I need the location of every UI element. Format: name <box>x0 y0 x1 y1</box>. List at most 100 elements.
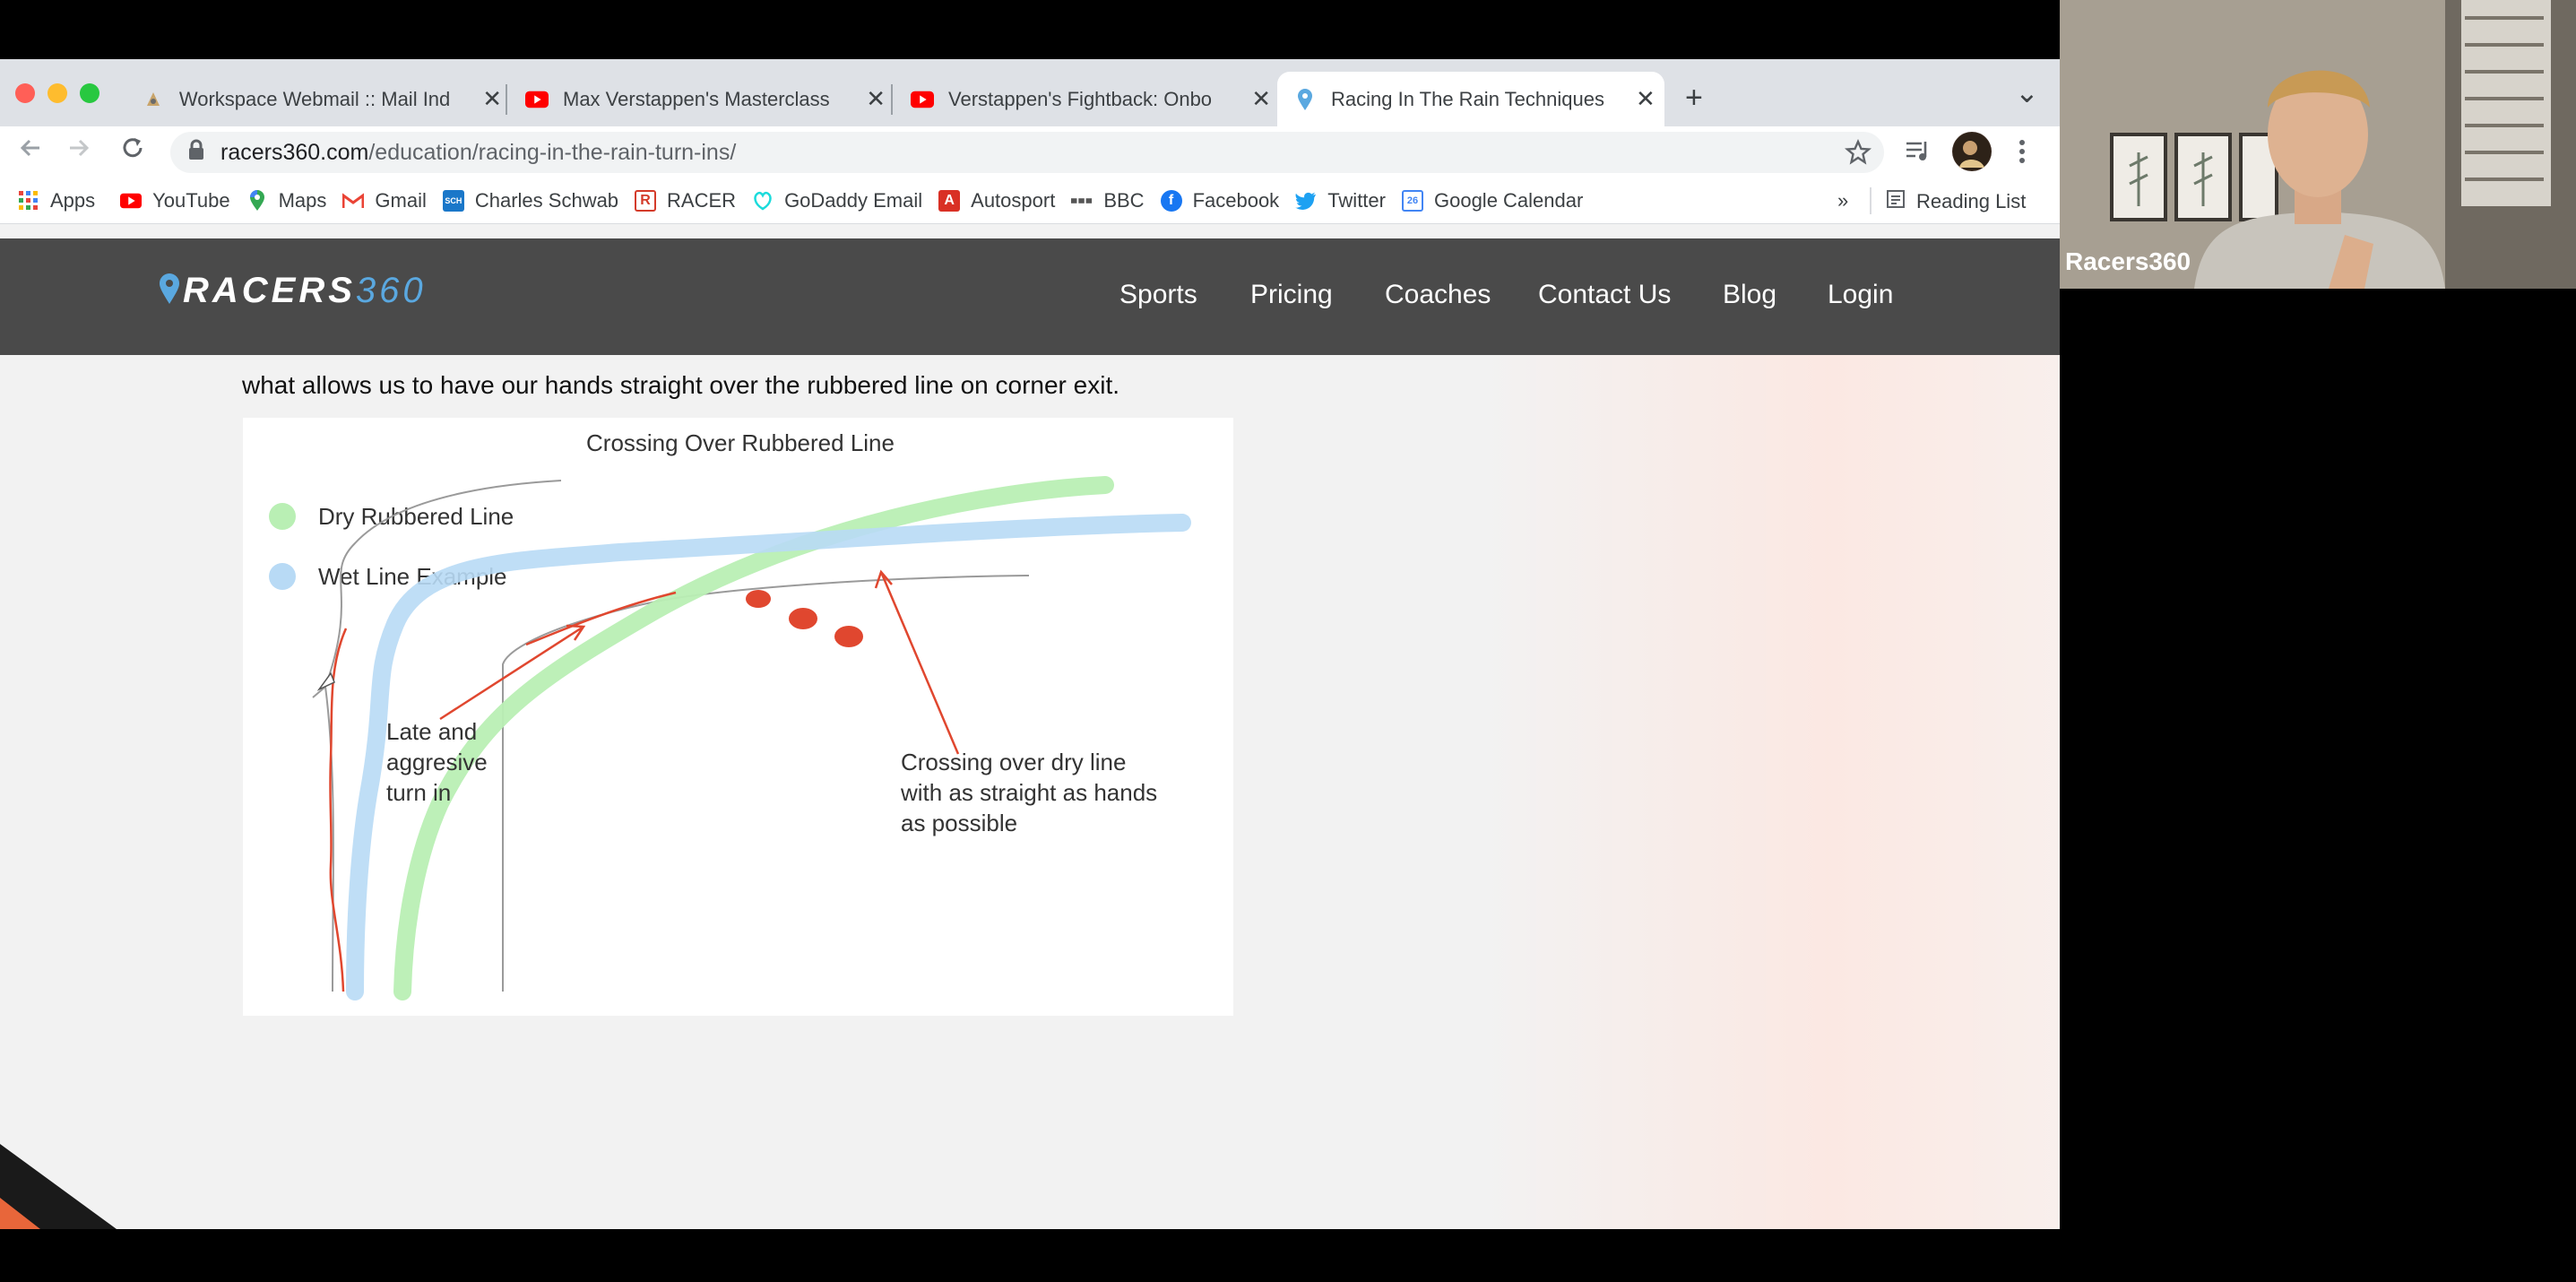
racers360-logo[interactable]: RACERS 360 <box>158 271 427 311</box>
forward-icon[interactable] <box>65 134 93 167</box>
bookmark-star-icon[interactable] <box>1844 139 1872 172</box>
logo-text: RACERS <box>183 271 356 310</box>
diagram-title: Crossing Over Rubbered Line <box>586 429 895 456</box>
bookmark-bbc[interactable]: BBC <box>1071 189 1145 212</box>
maximize-window-button[interactable] <box>80 83 99 103</box>
tab-title: Workspace Webmail :: Mail Ind <box>178 87 451 110</box>
bookmark-gmail[interactable]: Gmail <box>342 189 427 212</box>
browser-menu-icon[interactable] <box>2017 137 2027 170</box>
webcam-video <box>2060 0 2576 289</box>
facebook-icon: f <box>1160 190 1182 212</box>
nav-login[interactable]: Login <box>1828 280 1893 310</box>
tab-title: Max Verstappen's Masterclass <box>563 87 830 110</box>
nav-pricing[interactable]: Pricing <box>1250 280 1333 310</box>
tab-divider <box>506 84 507 115</box>
bookmark-maps[interactable]: Maps <box>246 189 327 212</box>
bookmark-label: BBC <box>1103 189 1145 212</box>
youtube-favicon-icon <box>911 88 934 111</box>
tab-webmail[interactable]: Workspace Webmail :: Mail Ind ✕ <box>125 72 502 126</box>
calendar-icon: 26 <box>1401 190 1423 212</box>
bookmarks-overflow-button[interactable]: » <box>1837 189 1848 212</box>
media-control-icon[interactable] <box>1904 137 1932 170</box>
bbc-icon <box>1071 190 1093 212</box>
bookmark-label: RACER <box>667 189 737 212</box>
close-tab-icon[interactable]: ✕ <box>1636 85 1655 113</box>
close-window-button[interactable] <box>15 83 35 103</box>
tab-title: Verstappen's Fightback: Onbo <box>948 87 1213 110</box>
address-bar[interactable]: racers360.com/education/racing-in-the-ra… <box>170 132 1884 173</box>
reload-icon[interactable] <box>118 134 147 167</box>
bookmark-racer[interactable]: R RACER <box>635 189 736 212</box>
apps-grid-icon <box>18 190 39 212</box>
tab-racing-in-rain[interactable]: Racing In The Rain Techniques ✕ <box>1277 72 1664 126</box>
racers360-favicon-icon <box>1293 88 1317 111</box>
tab-masterclass[interactable]: Max Verstappen's Masterclass ✕ <box>509 72 886 126</box>
legend-wet-swatch <box>269 563 296 590</box>
car-position-marker <box>834 626 863 647</box>
article-paragraph: what allows us to have our hands straigh… <box>242 371 1120 399</box>
nav-sports[interactable]: Sports <box>1119 280 1197 310</box>
close-tab-icon[interactable]: ✕ <box>482 85 502 113</box>
nav-blog[interactable]: Blog <box>1723 280 1776 310</box>
annotation-line: turn in <box>386 779 451 806</box>
background-fade <box>1479 355 2060 1229</box>
bookmark-facebook[interactable]: f Facebook <box>1160 189 1280 212</box>
browser-toolbar: racers360.com/education/racing-in-the-ra… <box>0 126 2060 178</box>
crossing-arrow <box>874 569 960 755</box>
webmail-favicon-icon <box>142 88 165 111</box>
bookmarks-divider <box>1870 187 1871 214</box>
webcam-participant-name: Racers360 <box>2065 247 2191 275</box>
gmail-icon <box>342 190 365 212</box>
browser-window: Workspace Webmail :: Mail Ind ✕ Max Vers… <box>0 59 2060 1229</box>
autosport-icon: A <box>938 190 961 212</box>
maps-icon <box>246 190 268 212</box>
annotation-line: aggresive <box>386 749 488 775</box>
bookmark-label: Gmail <box>375 189 427 212</box>
close-tab-icon[interactable]: ✕ <box>1251 85 1271 113</box>
reading-list-button[interactable]: Reading List <box>1886 189 2026 214</box>
bookmark-label: Google Calendar <box>1433 189 1584 212</box>
bookmark-label: Maps <box>278 189 327 212</box>
minimize-window-button[interactable] <box>48 83 67 103</box>
bookmark-twitter[interactable]: Twitter <box>1295 189 1386 212</box>
nav-coaches[interactable]: Coaches <box>1385 280 1491 310</box>
annotation-line: Late and <box>386 718 477 745</box>
nav-contact-us[interactable]: Contact Us <box>1538 280 1671 310</box>
twitter-icon <box>1295 190 1317 212</box>
tab-fightback[interactable]: Verstappen's Fightback: Onbo ✕ <box>895 72 1271 126</box>
bookmark-apps[interactable]: Apps <box>18 189 95 212</box>
legend-dry-swatch <box>269 503 296 530</box>
bookmark-label: Autosport <box>971 189 1056 212</box>
url-path: /education/racing-in-the-rain-turn-ins/ <box>368 139 737 165</box>
diagram-canvas: Crossing Over Rubbered Line Dry Rubbered… <box>269 429 1191 1000</box>
site-header: RACERS 360 Sports Pricing Coaches Contac… <box>0 238 2060 355</box>
new-tab-button[interactable]: + <box>1685 81 1703 116</box>
bookmark-label: Charles Schwab <box>474 189 619 212</box>
bookmark-google-calendar[interactable]: 26 Google Calendar <box>1401 189 1584 212</box>
annotation-line: as possible <box>901 810 1017 836</box>
profile-avatar[interactable] <box>1952 132 1992 171</box>
close-tab-icon[interactable]: ✕ <box>866 85 886 113</box>
tab-search-icon[interactable]: ⌄ <box>2015 75 2039 109</box>
bookmark-youtube[interactable]: YouTube <box>120 189 230 212</box>
logo-number: 360 <box>355 271 427 310</box>
youtube-favicon-icon <box>525 88 549 111</box>
racing-line-diagram: Crossing Over Rubbered Line Dry Rubbered… <box>243 418 1233 1016</box>
annotation-line: with as straight as hands <box>900 779 1157 806</box>
annotation-crossing: Crossing over dry line with as straight … <box>900 749 1163 836</box>
reading-list-icon <box>1886 189 1906 214</box>
reading-list-label: Reading List <box>1916 190 2027 212</box>
bookmark-autosport[interactable]: A Autosport <box>938 189 1055 212</box>
corner-decoration <box>0 1144 125 1229</box>
lock-icon <box>188 139 204 167</box>
back-icon[interactable] <box>16 134 45 167</box>
url-domain: racers360.com <box>220 139 369 165</box>
bookmark-label: Facebook <box>1192 189 1280 212</box>
bookmark-schwab[interactable]: SCH Charles Schwab <box>442 189 619 212</box>
bookmarks-bar: Apps YouTube Maps Gmail SCH Charles Schw… <box>0 178 2060 224</box>
presenter-video-frame <box>2060 0 2576 289</box>
bookmark-label: YouTube <box>152 189 230 212</box>
tab-strip: Workspace Webmail :: Mail Ind ✕ Max Vers… <box>0 59 2060 126</box>
bookmark-label: Apps <box>50 189 96 212</box>
bookmark-godaddy[interactable]: GoDaddy Email <box>752 189 922 212</box>
